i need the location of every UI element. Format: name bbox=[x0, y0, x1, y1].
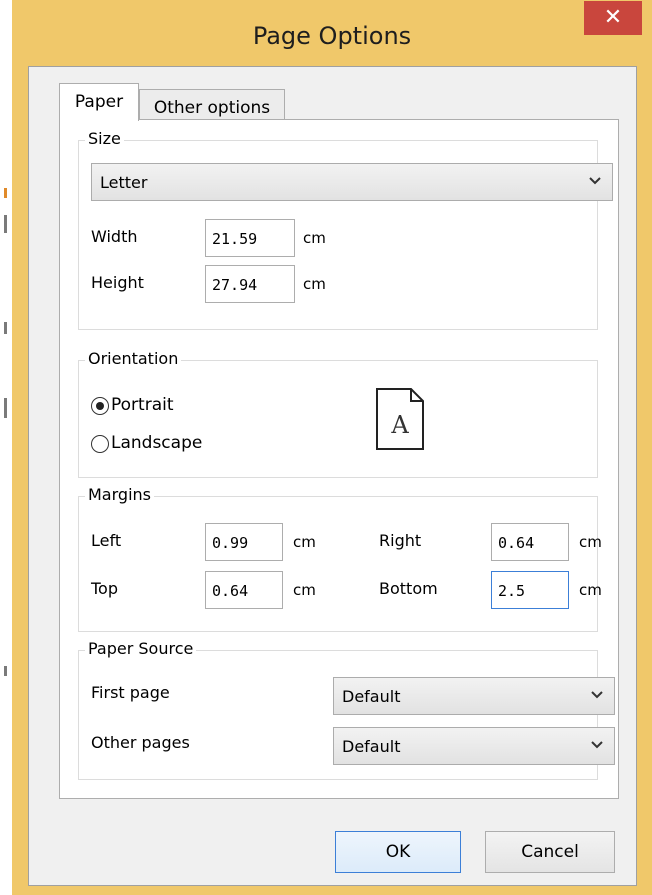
dialog-title: Page Options bbox=[252, 22, 412, 50]
radio-selected-dot bbox=[96, 402, 104, 410]
top-margin-label: Top bbox=[91, 579, 118, 598]
page-portrait-icon: A bbox=[376, 388, 424, 450]
paper-source-legend: Paper Source bbox=[85, 639, 197, 659]
left-margin-label: Left bbox=[91, 531, 122, 550]
height-label: Height bbox=[91, 273, 144, 292]
bottom-margin-label: Bottom bbox=[379, 579, 438, 598]
orientation-legend: Orientation bbox=[85, 349, 182, 369]
width-unit: cm bbox=[303, 229, 326, 247]
background-mark bbox=[4, 398, 7, 418]
height-unit: cm bbox=[303, 275, 326, 293]
top-margin-field[interactable]: 0.64 bbox=[205, 571, 283, 609]
other-pages-label: Other pages bbox=[91, 733, 190, 752]
ok-button[interactable]: OK bbox=[335, 831, 461, 873]
landscape-radio-circle bbox=[91, 435, 109, 453]
background-mark bbox=[4, 188, 7, 198]
background-mark bbox=[4, 322, 7, 334]
first-page-source-dropdown[interactable]: Default bbox=[333, 677, 615, 715]
background-window-edge bbox=[0, 0, 12, 895]
first-page-source-value: Default bbox=[342, 687, 401, 706]
chevron-down-icon bbox=[591, 691, 603, 699]
paper-size-value: Letter bbox=[100, 173, 148, 192]
close-icon: ✕ bbox=[603, 5, 623, 30]
size-legend: Size bbox=[85, 129, 124, 149]
background-mark bbox=[4, 215, 7, 233]
background-mark bbox=[4, 666, 7, 676]
margins-legend: Margins bbox=[85, 485, 154, 505]
paper-size-dropdown[interactable]: Letter bbox=[91, 163, 613, 201]
landscape-label: Landscape bbox=[111, 433, 203, 453]
chevron-down-icon bbox=[589, 177, 601, 185]
width-label: Width bbox=[91, 227, 138, 246]
right-margin-field[interactable]: 0.64 bbox=[491, 523, 569, 561]
portrait-radio[interactable]: Portrait bbox=[91, 395, 241, 421]
bottom-margin-unit: cm bbox=[579, 581, 602, 599]
height-field[interactable]: 27.94 bbox=[205, 265, 295, 303]
right-margin-label: Right bbox=[379, 531, 422, 550]
top-margin-unit: cm bbox=[293, 581, 316, 599]
tab-other-options[interactable]: Other options bbox=[139, 89, 285, 123]
size-group: Size Letter Width 21.59 cm Height 27.94 … bbox=[78, 129, 613, 330]
bottom-margin-field[interactable]: 2.5 bbox=[491, 571, 569, 609]
close-button[interactable]: ✕ bbox=[584, 1, 642, 35]
margins-group: Margins Left 0.99 cm Right 0.64 cm Top 0… bbox=[78, 485, 602, 632]
paper-tab-panel: Size Letter Width 21.59 cm Height 27.94 … bbox=[59, 119, 619, 799]
portrait-label: Portrait bbox=[111, 395, 174, 415]
cancel-button[interactable]: Cancel bbox=[485, 831, 615, 873]
landscape-radio[interactable]: Landscape bbox=[91, 433, 241, 459]
portrait-radio-circle bbox=[91, 397, 109, 415]
page-options-dialog: Page Options ✕ Paper Other options Size … bbox=[12, 0, 652, 895]
orientation-group: Orientation Portrait Landscape A bbox=[78, 349, 598, 478]
width-field[interactable]: 21.59 bbox=[205, 219, 295, 257]
page-preview-letter: A bbox=[390, 411, 409, 439]
left-margin-field[interactable]: 0.99 bbox=[205, 523, 283, 561]
paper-source-group: Paper Source First page Default Other pa… bbox=[78, 639, 615, 780]
other-pages-source-dropdown[interactable]: Default bbox=[333, 727, 615, 765]
other-pages-source-value: Default bbox=[342, 737, 401, 756]
right-margin-unit: cm bbox=[579, 533, 602, 551]
dialog-client-area: Paper Other options Size Letter Width 21… bbox=[28, 66, 637, 886]
chevron-down-icon bbox=[591, 741, 603, 749]
left-margin-unit: cm bbox=[293, 533, 316, 551]
tab-paper[interactable]: Paper bbox=[59, 83, 139, 121]
first-page-label: First page bbox=[91, 683, 170, 702]
